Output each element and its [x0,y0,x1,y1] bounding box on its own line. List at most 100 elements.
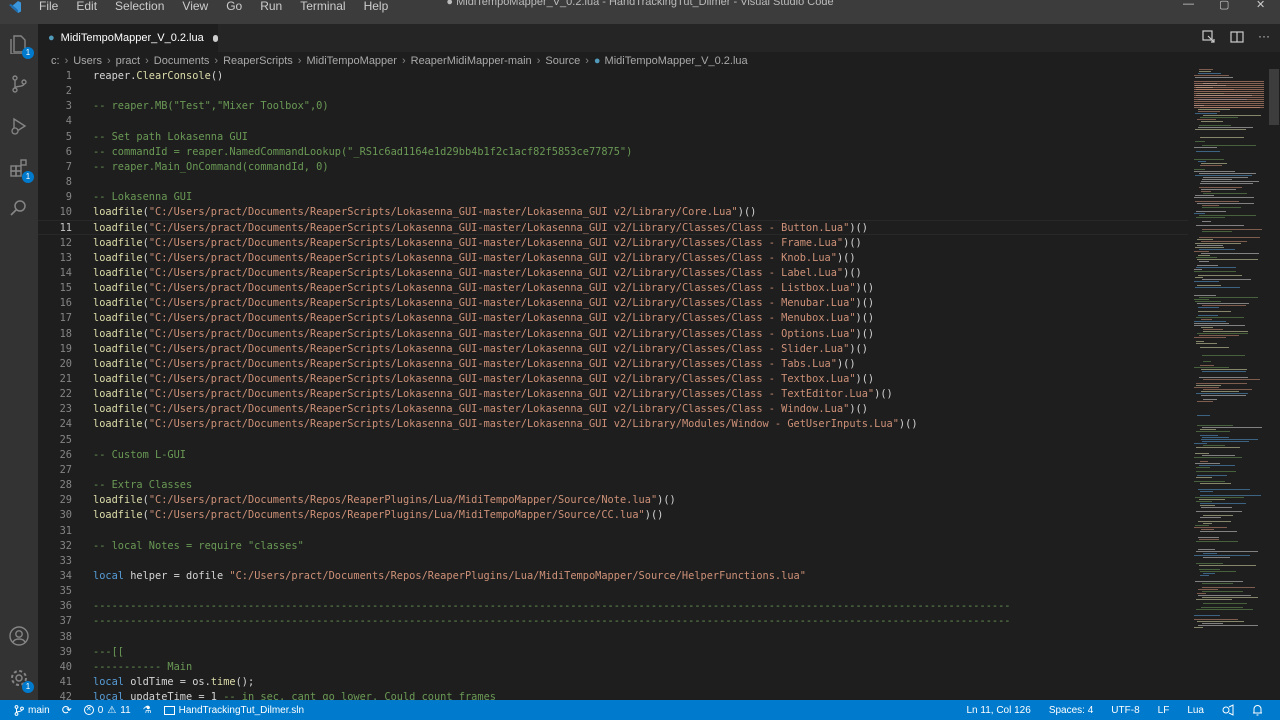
solution-button[interactable]: HandTrackingTut_Dilmer.sln [158,705,310,716]
code-line[interactable]: 19 loadfile("C:/Users/pract/Documents/Rea… [38,342,1188,357]
line-number[interactable]: 10 [38,205,72,220]
code-line[interactable]: 24 loadfile("C:/Users/pract/Documents/Rea… [38,417,1188,432]
line-number[interactable]: 4 [38,114,72,129]
unsaved-dot-icon[interactable] [212,34,218,42]
open-changes-icon[interactable] [1202,30,1216,49]
menu-terminal[interactable]: Terminal [291,0,354,13]
line-number[interactable]: 26 [38,448,72,463]
line-number[interactable]: 5 [38,130,72,145]
run-debug-icon[interactable] [7,114,31,138]
code-line[interactable]: 14 loadfile("C:/Users/pract/Documents/Rea… [38,266,1188,281]
breadcrumb-item[interactable]: Source [545,55,580,67]
code-line[interactable]: 4 [38,114,1188,129]
line-number[interactable]: 18 [38,327,72,342]
line-number[interactable]: 24 [38,417,72,432]
line-number[interactable]: 8 [38,175,72,190]
line-number[interactable]: 37 [38,614,72,629]
line-number[interactable]: 21 [38,372,72,387]
code-line[interactable]: 12 loadfile("C:/Users/pract/Documents/Rea… [38,236,1188,251]
end-of-line[interactable]: LF [1149,705,1179,716]
code-line[interactable]: 26 -- Custom L-GUI [38,448,1188,463]
minimize-icon[interactable]: — [1183,0,1194,10]
menu-go[interactable]: Go [217,0,251,13]
line-number[interactable]: 3 [38,99,72,114]
line-number[interactable]: 12 [38,236,72,251]
code-line[interactable]: 30 loadfile("C:/Users/pract/Documents/Rep… [38,508,1188,523]
settings-gear-icon[interactable]: 1 [7,666,34,693]
code-line[interactable]: 21 loadfile("C:/Users/pract/Documents/Rea… [38,372,1188,387]
extensions-icon[interactable]: 1 [7,156,34,183]
code-line[interactable]: 11 loadfile("C:/Users/pract/Documents/Rea… [38,221,1188,236]
code-editor[interactable]: 1 reaper.ClearConsole() 2 3 -- reaper.MB("Te… [38,69,1188,700]
line-number[interactable]: 13 [38,251,72,266]
code-line[interactable]: 2 [38,84,1188,99]
code-line[interactable]: 40 ----------- Main [38,660,1188,675]
code-line[interactable]: 15 loadfile("C:/Users/pract/Documents/Rea… [38,281,1188,296]
line-number[interactable]: 14 [38,266,72,281]
split-editor-icon[interactable] [1230,30,1244,49]
menu-run[interactable]: Run [251,0,291,13]
minimap[interactable] [1192,69,1268,700]
line-number[interactable]: 6 [38,145,72,160]
language-mode[interactable]: Lua [1178,705,1213,716]
line-number[interactable]: 39 [38,645,72,660]
menu-file[interactable]: File [30,0,67,13]
code-line[interactable]: 37 --------------------------------------… [38,614,1188,629]
code-line[interactable]: 20 loadfile("C:/Users/pract/Documents/Rea… [38,357,1188,372]
code-line[interactable]: 22 loadfile("C:/Users/pract/Documents/Rea… [38,387,1188,402]
line-number[interactable]: 11 [38,221,72,236]
line-number[interactable]: 32 [38,539,72,554]
source-control-icon[interactable] [7,72,31,96]
line-number[interactable]: 42 [38,690,72,700]
line-number[interactable]: 30 [38,508,72,523]
scrollbar-thumb[interactable] [1269,69,1279,125]
line-number[interactable]: 40 [38,660,72,675]
line-number[interactable]: 41 [38,675,72,690]
code-line[interactable]: 31 [38,524,1188,539]
vertical-scrollbar[interactable] [1268,69,1280,700]
editor-tab[interactable]: ● MidiTempoMapper_V_0.2.lua [38,24,218,52]
line-number[interactable]: 34 [38,569,72,584]
code-line[interactable]: 34 local helper = dofile "C:/Users/pract/… [38,569,1188,584]
line-number[interactable]: 22 [38,387,72,402]
menu-selection[interactable]: Selection [106,0,173,13]
code-line[interactable]: 28 -- Extra Classes [38,478,1188,493]
breadcrumb-item[interactable]: pract [116,55,140,67]
menu-help[interactable]: Help [355,0,398,13]
code-line[interactable]: 39 ---[[ [38,645,1188,660]
branch-button[interactable]: main [8,705,56,716]
sync-button[interactable]: ⟳ [56,703,78,717]
code-line[interactable]: 35 [38,584,1188,599]
feedback-icon[interactable] [1213,704,1243,716]
code-line[interactable]: 42 local updateTime = 1 -- in sec, cant g… [38,690,1188,700]
code-line[interactable]: 33 [38,554,1188,569]
menu-view[interactable]: View [173,0,217,13]
line-number[interactable]: 19 [38,342,72,357]
line-number[interactable]: 36 [38,599,72,614]
breadcrumb-item[interactable]: ReaperMidiMapper-main [411,55,532,67]
breadcrumb-item[interactable]: c: [51,55,60,67]
line-number[interactable]: 33 [38,554,72,569]
line-number[interactable]: 16 [38,296,72,311]
breadcrumb-item[interactable]: MidiTempoMapper [306,55,396,67]
code-line[interactable]: 16 loadfile("C:/Users/pract/Documents/Rea… [38,296,1188,311]
code-line[interactable]: 13 loadfile("C:/Users/pract/Documents/Rea… [38,251,1188,266]
code-line[interactable]: 18 loadfile("C:/Users/pract/Documents/Rea… [38,327,1188,342]
code-line[interactable]: 41 local oldTime = os.time(); [38,675,1188,690]
encoding[interactable]: UTF-8 [1102,705,1148,716]
problems-button[interactable]: ✕ 0 ⚠ 11 [78,705,137,716]
close-icon[interactable]: ✕ [1256,0,1265,11]
code-line[interactable]: 29 loadfile("C:/Users/pract/Documents/Rep… [38,493,1188,508]
code-line[interactable]: 17 loadfile("C:/Users/pract/Documents/Rea… [38,311,1188,326]
line-number[interactable]: 23 [38,402,72,417]
line-number[interactable]: 17 [38,311,72,326]
files-icon[interactable]: 1 [7,32,34,59]
breadcrumb-item[interactable]: ReaperScripts [223,55,293,67]
line-number[interactable]: 28 [38,478,72,493]
line-number[interactable]: 25 [38,433,72,448]
line-number[interactable]: 7 [38,160,72,175]
code-line[interactable]: 32 -- local Notes = require "classes" [38,539,1188,554]
vscode-logo-icon[interactable] [0,0,30,19]
maximize-icon[interactable]: ▢ [1219,0,1229,11]
code-line[interactable]: 27 [38,463,1188,478]
